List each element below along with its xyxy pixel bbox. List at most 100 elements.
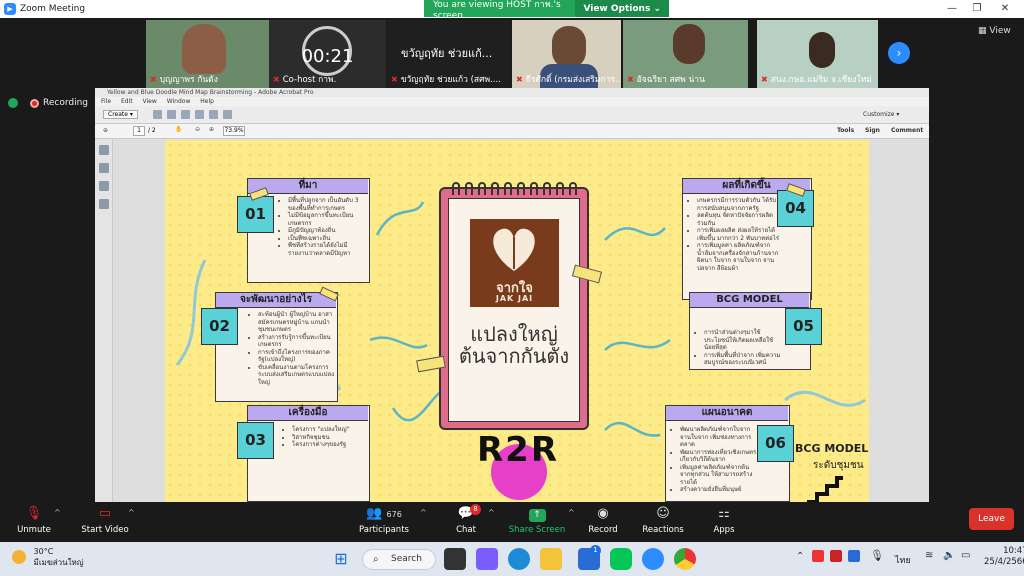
chat-app-icon[interactable] <box>476 548 498 570</box>
chrome-icon[interactable] <box>674 548 696 570</box>
card-number: 02 <box>201 308 238 345</box>
zoom-app-icon[interactable] <box>642 548 664 570</box>
edge-icon[interactable] <box>508 548 530 570</box>
volume-icon[interactable]: 🔈 <box>943 550 955 561</box>
acrobat-title: Yellow and Blue Doodle Mind Map Brainsto… <box>95 88 929 97</box>
participant-tile-2[interactable]: 00:21 ✖ Co-host กาพ. <box>269 20 386 88</box>
close-icon[interactable]: ✕ <box>992 0 1018 18</box>
next-participants-button[interactable]: › <box>888 42 910 64</box>
bcg-model-subheading: ระดับชุมชน <box>813 460 864 471</box>
acrobat-toolbar: Create ▾ Customize ▾ <box>95 106 929 124</box>
meeting-controls: 🎙 Unmute ^ ▭ Start Video ^ 👥 676 Partici… <box>0 502 1024 542</box>
file-explorer-icon[interactable] <box>540 548 562 570</box>
card-title: จะพัฒนาอย่างไร <box>216 293 336 308</box>
share-screen-button[interactable]: ↑ Share Screen <box>508 505 566 535</box>
card-title: BCG MODEL <box>690 293 809 308</box>
sign-tab[interactable]: Sign <box>865 127 880 134</box>
view-button[interactable]: ▦ View <box>978 26 1011 36</box>
participant-name: สนง.กษอ.แม่ริม จ.เชียงใหม่ <box>770 75 872 85</box>
weather-temp: 30°C <box>33 547 54 556</box>
menu-help[interactable]: Help <box>200 98 214 105</box>
mail-icon[interactable] <box>223 110 232 119</box>
tray-app-icon[interactable] <box>812 550 824 562</box>
attachments-panel-icon[interactable] <box>99 181 109 191</box>
zoom-logo-icon: ▶ <box>4 3 16 15</box>
start-video-button[interactable]: ▭ Start Video <box>78 505 132 535</box>
audio-options-caret[interactable]: ^ <box>54 508 61 517</box>
tray-network-app-icon[interactable] <box>848 550 860 562</box>
pages-panel-icon[interactable] <box>99 145 109 155</box>
mic-muted-icon: ✖ <box>516 75 523 84</box>
save-icon[interactable] <box>167 110 176 119</box>
card-list: การนำส่วนต่างๆมาใช้ประโยชน์ให้เกิดผลเหลื… <box>694 329 782 367</box>
recording-indicator[interactable]: Recording <box>8 98 88 108</box>
maximize-icon[interactable]: ❐ <box>964 0 990 18</box>
mic-muted-icon: ✖ <box>273 75 280 84</box>
mic-muted-icon: ✖ <box>391 75 398 84</box>
participant-tile-4[interactable]: ✖ ธีรศักดิ์ (กรมส่งเสริมการ... <box>512 20 621 88</box>
upload-icon[interactable] <box>195 110 204 119</box>
participant-tile-5[interactable]: ✖ อัจฉริยา สศพ น่าน <box>623 20 748 88</box>
unmute-button[interactable]: 🎙 Unmute <box>14 505 54 535</box>
minimize-icon[interactable]: — <box>939 0 965 18</box>
taskbar-clock[interactable]: 10:47 25/4/2566 <box>984 546 1024 568</box>
battery-icon[interactable]: ▭ <box>961 550 970 561</box>
tray-acrobat-icon[interactable] <box>830 550 842 562</box>
zoom-level-select[interactable]: 73.9% <box>223 126 245 136</box>
zoom-out-icon[interactable]: ⊖ <box>195 126 200 133</box>
view-options-button[interactable]: View Options ⌄ <box>575 0 669 17</box>
share-screen-icon: ↑ <box>508 505 566 522</box>
slogan-line-2: ต้นจากกันตัง <box>458 344 570 368</box>
start-icon[interactable]: ⊞ <box>330 548 352 570</box>
page-number-input[interactable]: 1 <box>133 126 145 136</box>
chat-caret[interactable]: ^ <box>488 508 495 517</box>
mic-muted-icon: ✖ <box>627 75 634 84</box>
card-title: เครื่องมือ <box>248 406 368 421</box>
menu-view[interactable]: View <box>143 98 157 105</box>
meeting-timer: 00:21 <box>301 46 354 67</box>
clock-date: 25/4/2566 <box>984 557 1024 567</box>
store-icon[interactable]: 1 <box>578 545 601 570</box>
chat-button[interactable]: 💬 Chat 8 <box>448 504 484 535</box>
card-list: เกษตรกรมีการรวมตัวกัน ได้รับการสนับสนุนจ… <box>687 197 779 272</box>
reactions-button[interactable]: ☺ Reactions <box>638 505 688 535</box>
record-icon: ◉ <box>597 506 609 521</box>
participants-button[interactable]: 👥 676 Participants <box>356 505 412 535</box>
prev-page-icon[interactable]: ⊕ <box>103 127 108 134</box>
record-button[interactable]: ◉ Record <box>584 505 622 535</box>
participants-count: 676 <box>386 510 402 519</box>
participant-tile-3[interactable]: ขวัญฤทัย ช่วยแก้... ✖ ขวัญฤทัย ช่วยแก้ว (… <box>387 20 510 88</box>
edit-icon[interactable] <box>209 110 218 119</box>
apps-button[interactable]: ⚏ Apps <box>708 505 740 535</box>
leave-button[interactable]: Leave <box>969 508 1014 530</box>
hand-tool-icon[interactable]: ✋ <box>175 126 182 133</box>
zoom-in-icon[interactable]: ⊕ <box>209 126 214 133</box>
input-language[interactable]: ไทย <box>895 553 911 567</box>
wifi-icon[interactable]: ≋ <box>925 550 933 561</box>
viewing-banner-text: You are viewing HOST กาพ.'s screen <box>433 0 561 21</box>
card-list: สะท้อนผู้นำ ผู้ใหญ่บ้าน อาสาสมัครเกษตรหม… <box>248 311 336 386</box>
tray-chevron-icon[interactable]: ⌃ <box>796 551 804 562</box>
tray-mic-icon[interactable]: 🎙 <box>870 549 884 562</box>
taskview-icon[interactable] <box>444 548 466 570</box>
participants-caret[interactable]: ^ <box>420 508 427 517</box>
print-icon[interactable] <box>181 110 190 119</box>
participant-tile-1[interactable]: ✖ บุญญาพร กันดัง <box>146 20 269 88</box>
participant-tile-6[interactable]: ✖ สนง.กษอ.แม่ริม จ.เชียงใหม่ <box>757 20 878 88</box>
card-title: แผนอนาคต <box>666 406 788 421</box>
share-caret[interactable]: ^ <box>568 508 575 517</box>
bookmarks-panel-icon[interactable] <box>99 163 109 173</box>
menu-edit[interactable]: Edit <box>121 98 133 105</box>
comment-tab[interactable]: Comment <box>891 127 923 134</box>
line-app-icon[interactable] <box>610 548 632 570</box>
customize-button[interactable]: Customize ▾ <box>863 111 899 118</box>
create-button[interactable]: Create ▾ <box>103 110 138 119</box>
open-icon[interactable] <box>153 110 162 119</box>
weather-widget[interactable]: 30°C มีเมฆส่วนใหญ่ <box>12 546 84 568</box>
taskbar-search[interactable]: ⌕ Search <box>362 549 436 570</box>
tools-tab[interactable]: Tools <box>837 127 854 134</box>
menu-file[interactable]: File <box>101 98 111 105</box>
video-options-caret[interactable]: ^ <box>128 508 135 517</box>
signatures-panel-icon[interactable] <box>99 199 109 209</box>
menu-window[interactable]: Window <box>167 98 191 105</box>
